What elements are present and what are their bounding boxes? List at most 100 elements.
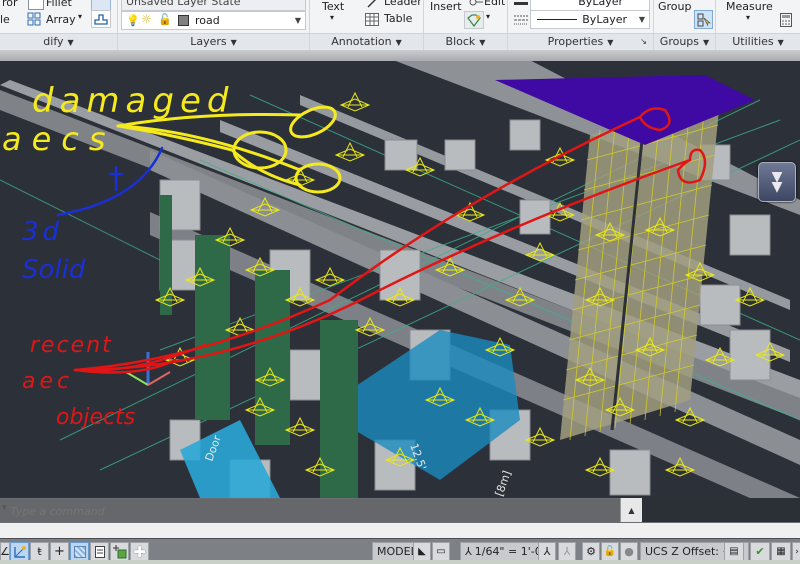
insert-button[interactable]: Insert [430,0,462,13]
groups-panel: Group Groups ▼ [654,0,716,50]
isolate-icon: ● [624,545,634,558]
workspace-switching-button[interactable]: ⚙ [582,542,600,561]
selection-cycling-button[interactable] [110,542,129,561]
command-history-button[interactable]: ▲ [620,498,642,522]
text-button[interactable]: Text [322,0,344,13]
markup-text-damaged: damaged [32,81,234,121]
status-overflow-button[interactable]: › [792,542,800,561]
manage-xrefs-button[interactable]: ▦ [771,542,791,561]
annotation-monitor-button[interactable]: ✚ [130,542,149,561]
column [320,320,358,498]
window-panel [609,449,651,496]
auto-scale-button[interactable]: ⅄ [558,542,576,561]
linetype-preview [537,19,577,20]
layout-tabs-button[interactable]: ▭ [432,542,450,561]
leader-button[interactable]: Leader [384,0,422,8]
lock-ui-button[interactable]: 🔓 [601,542,619,561]
markup-text-3d: 3d [22,217,63,247]
chevron-down-icon: ▼ [607,38,614,47]
array-button[interactable]: Array [46,13,76,26]
layer-state-value: Unsaved Layer State [126,0,241,8]
markup-text-aecs: aecs [2,120,116,158]
model-layout-button[interactable]: ◣ [413,542,431,561]
chevron-down-icon: ▼ [230,38,237,47]
window-panel [444,139,476,171]
model-scene: Door 12.5' [8m] damaged aecs 3d Solid re… [0,50,800,498]
status-bar-bottom-edge [0,560,800,564]
block-attribute-icon[interactable] [464,11,484,29]
layers-panel-title-text: Layers [190,35,227,48]
navigation-bar-toggle[interactable]: ▼ ▼ [758,162,796,202]
groups-panel-title[interactable]: Groups ▼ [654,33,715,50]
overflow-icon: › [795,546,799,557]
project-navigator-button[interactable]: ✔ [750,542,770,561]
calculator-icon[interactable] [777,11,795,29]
dynamic-input-button[interactable] [10,542,29,561]
properties-panel-title-text: Properties [547,35,604,48]
edit-polyline-icon[interactable] [91,10,111,28]
isolate-objects-button[interactable]: ● [620,542,638,561]
annotation-visibility-icon: ⅄ [543,545,551,558]
edit-block-icon [468,0,484,10]
command-line-grip-icon[interactable]: ▾ [2,503,7,513]
block-panel-title-text: Block [445,35,476,48]
command-input[interactable] [10,503,410,519]
hardware-acceleration-icon: ▤ [729,546,739,557]
annotation-scale-value: 1/64" = 1'-0" [474,545,547,558]
block-attribute-dropdown-icon[interactable]: ▾ [486,12,490,21]
ortho-button[interactable]: + [50,542,69,561]
block-panel-title[interactable]: Block ▼ [424,33,507,50]
command-line: ▾ [0,498,642,522]
gear-icon: ⚙ [586,545,596,558]
layer-state-combo[interactable]: Unsaved Layer State [121,0,306,11]
ucs-angle-icon: ∠ [0,545,10,558]
properties-panel-title[interactable]: Properties ▼ ↘ [508,33,653,50]
hardware-acceleration-button[interactable]: ▤ [724,542,744,561]
window-panel [519,199,551,235]
layers-panel: Unsaved Layer State 💡 ☼ 🔓 road ▼ Layers ▼ [118,0,310,50]
modify-panel-title[interactable]: dify ▼ [0,33,117,50]
current-layer-name: road [195,14,220,27]
window-panel [384,139,418,171]
xref-icon: ▦ [776,546,786,557]
layers-panel-title[interactable]: Layers ▼ [118,33,309,50]
measure-button[interactable]: Measure [726,0,773,13]
dialog-launcher-icon[interactable]: ↘ [640,34,647,50]
markup-text-solid: Solid [22,255,86,285]
selection-cycling-icon [112,544,126,558]
ungroup-icon[interactable] [694,0,712,9]
scale-button[interactable]: le [0,13,10,26]
table-button[interactable]: Table [384,12,412,25]
array-dropdown-icon[interactable]: ▾ [78,12,82,21]
chevron-down-icon: ▼ [777,38,784,47]
leader-icon [364,0,380,11]
layer-combo[interactable]: 💡 ☼ 🔓 road ▼ [121,11,306,30]
ribbon: ror Fillet le Array ▾ dify ▼ Unsaved Laye… [0,0,800,50]
text-dropdown-icon[interactable]: ▾ [330,13,334,22]
group-selection-icon[interactable] [694,10,713,29]
edit-block-button[interactable]: Edit [484,0,505,8]
linetype-combo[interactable]: ByLayer ▼ [530,10,650,29]
utilities-panel-title[interactable]: Utilities ▼ [716,33,800,50]
annotation-visibility-button[interactable]: ⅄ [538,542,556,561]
quick-select-icon[interactable] [778,0,794,9]
unlock-icon: 🔓 [603,546,617,557]
quick-properties-button[interactable] [90,542,109,561]
plus-icon: ✚ [133,542,146,561]
drawing-viewport[interactable]: Door 12.5' [8m] damaged aecs 3d Solid re… [0,50,800,498]
linetype-value: ByLayer [582,13,627,26]
markup-text-aec: aec [22,369,73,394]
fillet-button[interactable]: Fillet [46,0,72,9]
dynamic-ucs-button[interactable]: ∠ [0,542,10,561]
fillet-icon[interactable] [28,0,44,10]
group-button[interactable]: Group [658,0,692,13]
line-weight-button[interactable]: ŧ [30,542,49,561]
annotation-panel-title[interactable]: Annotation ▼ [310,33,423,50]
transparency-button[interactable] [70,542,89,561]
scale-partial-label[interactable]: ror [2,0,18,9]
chevron-down-icon: ▼ [703,38,710,47]
chevron-up-icon: ▲ [628,505,635,515]
linetype-icon [513,12,529,28]
annotation-scale-icon: ⅄ [465,545,472,558]
measure-dropdown-icon[interactable]: ▾ [746,13,750,22]
